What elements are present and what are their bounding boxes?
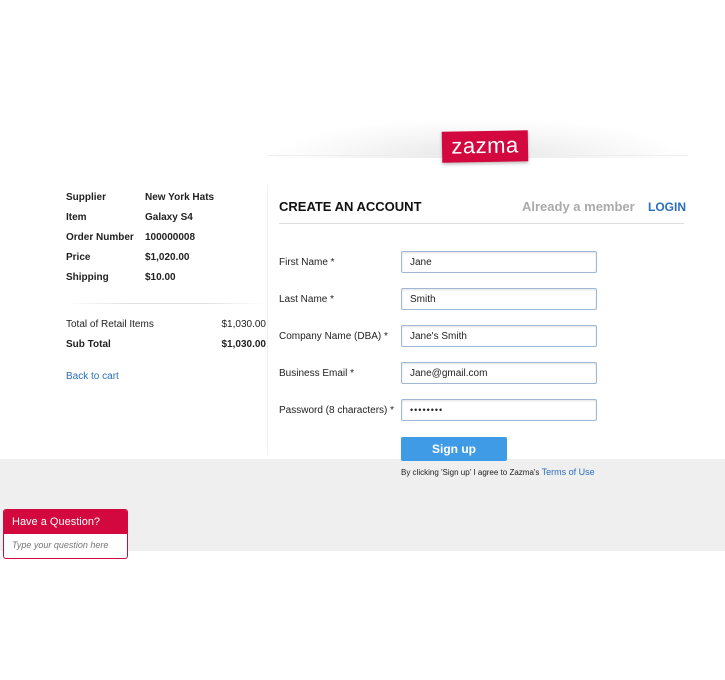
zazma-logo[interactable]: zazma bbox=[441, 130, 529, 163]
last-name-field[interactable] bbox=[401, 288, 597, 310]
subtotal-value: $1,030.00 bbox=[221, 339, 267, 350]
company-name-label: Company Name (DBA) * bbox=[279, 331, 388, 342]
business-email-label: Business Email * bbox=[279, 368, 355, 379]
terms-of-use-link[interactable]: Terms of Use bbox=[542, 467, 595, 477]
terms-text: By clicking 'Sign up' I agree to Zazma's… bbox=[401, 467, 595, 477]
already-member-text: Already a member bbox=[522, 199, 635, 214]
summary-label: Supplier bbox=[66, 192, 107, 203]
column-separator bbox=[267, 185, 268, 455]
terms-prefix: By clicking 'Sign up' I agree to Zazma's bbox=[401, 468, 540, 477]
subtotal-label: Sub Total bbox=[66, 339, 111, 350]
first-name-label: First Name * bbox=[279, 257, 335, 268]
total-retail-label: Total of Retail Items bbox=[66, 319, 154, 330]
summary-label: Order Number bbox=[66, 232, 134, 243]
login-link[interactable]: LOGIN bbox=[648, 200, 686, 214]
summary-value: $1,020.00 bbox=[145, 252, 190, 263]
form-title: CREATE AN ACCOUNT bbox=[279, 199, 422, 214]
sign-up-button[interactable]: Sign up bbox=[401, 437, 507, 461]
summary-label: Shipping bbox=[66, 272, 109, 283]
first-name-field[interactable] bbox=[401, 251, 597, 273]
password-field[interactable] bbox=[401, 399, 597, 421]
summary-label: Price bbox=[66, 252, 91, 263]
summary-value: Galaxy S4 bbox=[145, 212, 193, 223]
question-widget: Have a Question? bbox=[3, 509, 128, 559]
business-email-field[interactable] bbox=[401, 362, 597, 384]
last-name-label: Last Name * bbox=[279, 294, 335, 305]
summary-label: Item bbox=[66, 212, 87, 223]
summary-value: 100000008 bbox=[145, 232, 196, 243]
password-label: Password (8 characters) * bbox=[279, 405, 395, 416]
question-widget-title[interactable]: Have a Question? bbox=[4, 510, 127, 534]
summary-value: $10.00 bbox=[145, 272, 176, 283]
back-to-cart-link[interactable]: Back to cart bbox=[66, 371, 119, 382]
company-name-field[interactable] bbox=[401, 325, 597, 347]
form-title-divider bbox=[279, 223, 684, 224]
summary-divider bbox=[66, 303, 266, 304]
total-retail-value: $1,030.00 bbox=[221, 319, 267, 330]
summary-value: New York Hats bbox=[145, 192, 215, 203]
question-input[interactable] bbox=[4, 534, 127, 557]
